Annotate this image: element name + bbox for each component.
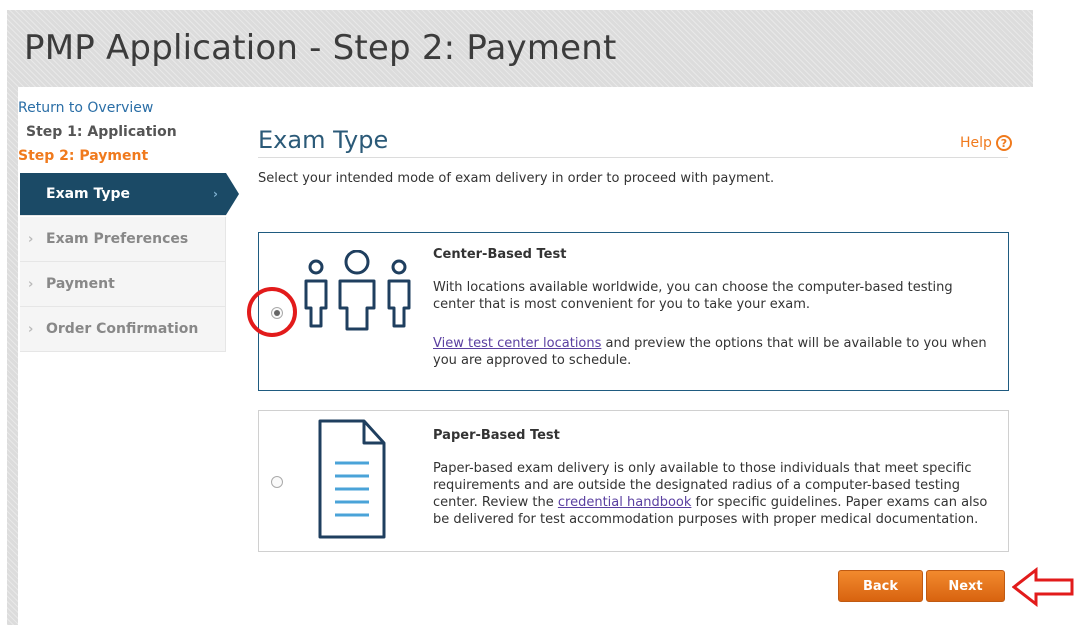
annotation-circle xyxy=(247,287,297,337)
people-icon xyxy=(304,250,411,331)
chevron-right-icon: › xyxy=(28,321,34,337)
help-link[interactable]: Help ? xyxy=(960,135,1012,151)
step2-label: Step 2: Payment xyxy=(18,148,149,164)
step1-label: Step 1: Application xyxy=(26,124,177,140)
help-icon: ? xyxy=(995,135,1012,151)
chevron-right-icon: › xyxy=(28,276,34,292)
chevron-right-icon: › xyxy=(213,187,218,201)
option-card-paper-based[interactable]: Paper-Based Test Paper-based exam delive… xyxy=(258,410,1009,552)
title-divider xyxy=(258,157,1008,158)
nav-item-order-confirmation[interactable]: › Order Confirmation xyxy=(20,307,226,352)
intro-text: Select your intended mode of exam delive… xyxy=(258,171,775,186)
option-title: Center-Based Test xyxy=(433,247,567,262)
help-label: Help xyxy=(960,135,992,151)
page-title: PMP Application - Step 2: Payment xyxy=(24,28,617,68)
annotation-arrow-icon xyxy=(1012,567,1074,607)
nav-item-label: Payment xyxy=(46,276,115,292)
nav-item-label: Order Confirmation xyxy=(46,321,199,337)
step-nav: Exam Type › › Exam Preferences › Payment… xyxy=(20,173,239,352)
nav-item-payment[interactable]: › Payment xyxy=(20,262,226,307)
option-card-center-based[interactable]: Center-Based Test With locations availab… xyxy=(258,232,1009,391)
next-button[interactable]: Next xyxy=(926,570,1005,602)
nav-item-exam-type[interactable]: Exam Type › xyxy=(20,173,239,216)
section-title: Exam Type xyxy=(258,126,389,154)
nav-item-exam-preferences[interactable]: › Exam Preferences xyxy=(20,217,226,262)
return-to-overview-link[interactable]: Return to Overview xyxy=(18,100,153,116)
option-description: With locations available worldwide, you … xyxy=(433,280,953,312)
option-link-paragraph: View test center locations and preview t… xyxy=(433,335,993,369)
nav-item-label: Exam Type xyxy=(46,186,131,202)
document-icon xyxy=(318,419,386,539)
radio-paper-based[interactable] xyxy=(271,476,283,488)
chevron-right-icon: › xyxy=(28,231,34,247)
option-title: Paper-Based Test xyxy=(433,428,560,443)
nav-item-label: Exam Preferences xyxy=(46,231,189,247)
credential-handbook-link[interactable]: credential handbook xyxy=(558,495,692,510)
view-test-center-locations-link[interactable]: View test center locations xyxy=(433,336,601,351)
option-description: Paper-based exam delivery is only availa… xyxy=(433,460,993,528)
back-button[interactable]: Back xyxy=(838,570,923,602)
